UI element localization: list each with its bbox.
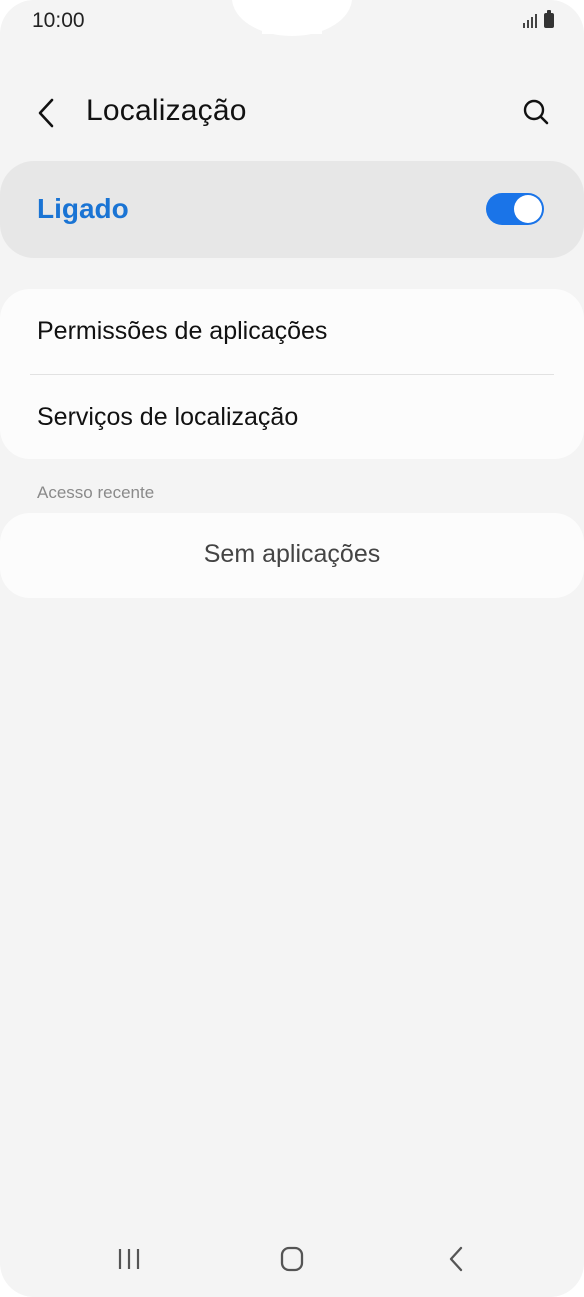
status-time: 10:00 — [32, 9, 85, 32]
back-button[interactable] — [30, 94, 66, 132]
signal-icon — [523, 12, 537, 28]
search-button[interactable] — [516, 94, 556, 132]
navigation-bar — [0, 1222, 584, 1297]
search-icon — [523, 99, 549, 125]
recent-apps-icon — [118, 1249, 140, 1269]
recent-access-empty-text: Sem aplicações — [203, 540, 381, 568]
home-icon — [280, 1246, 304, 1272]
nav-back-button[interactable] — [426, 1236, 486, 1282]
menu-item-location-services[interactable]: Serviços de localização — [0, 375, 584, 459]
app-header: Localização — [0, 80, 584, 146]
recent-apps-button[interactable] — [99, 1236, 159, 1282]
home-button[interactable] — [262, 1236, 322, 1282]
back-icon — [449, 1246, 463, 1272]
menu-item-label: Serviços de localização — [37, 403, 299, 431]
recent-access-card: Sem aplicações — [0, 513, 584, 598]
location-toggle-card[interactable]: Ligado — [0, 161, 584, 258]
status-bar: 10:00 — [0, 0, 584, 42]
menu-item-label: Permissões de aplicações — [37, 317, 328, 345]
chevron-left-icon — [38, 98, 54, 128]
toggle-label: Ligado — [37, 193, 129, 224]
location-switch[interactable] — [486, 193, 544, 225]
battery-icon — [544, 10, 554, 28]
location-menu-card: Permissões de aplicações Serviços de loc… — [0, 289, 584, 459]
status-icons — [523, 10, 554, 28]
recent-access-header: Acesso recente — [37, 483, 155, 502]
switch-knob — [514, 195, 542, 223]
menu-item-app-permissions[interactable]: Permissões de aplicações — [0, 289, 584, 373]
phone-screen: 10:00 Localização Ligado Permissões de a… — [0, 0, 584, 1297]
page-title: Localização — [86, 94, 247, 127]
